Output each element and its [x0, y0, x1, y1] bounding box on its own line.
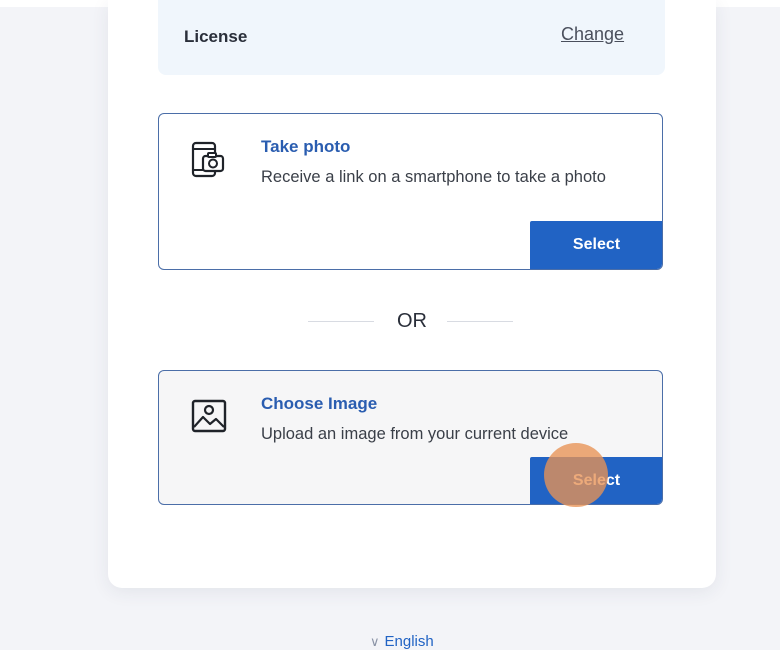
- take-photo-description: Receive a link on a smartphone to take a…: [261, 168, 606, 186]
- take-photo-select-button[interactable]: Select: [530, 221, 662, 269]
- or-divider: OR: [308, 309, 513, 335]
- choose-image-description: Upload an image from your current device: [261, 425, 569, 443]
- divider-line-left: [308, 321, 374, 322]
- choose-image-select-button[interactable]: Select: [530, 457, 662, 504]
- or-label: OR: [397, 310, 427, 332]
- change-link[interactable]: Change: [561, 24, 624, 45]
- take-photo-title: Take photo: [261, 137, 351, 156]
- language-label: English: [384, 633, 434, 650]
- language-selector[interactable]: ∨ English: [370, 633, 434, 650]
- chevron-down-icon: ∨: [370, 634, 380, 649]
- smartphone-camera-icon: [189, 140, 229, 180]
- choose-image-option[interactable]: Choose Image Upload an image from your c…: [158, 370, 663, 505]
- choose-image-title: Choose Image: [261, 394, 378, 413]
- license-label: License: [184, 27, 248, 46]
- take-photo-option[interactable]: Take photo Receive a link on a smartphon…: [158, 113, 663, 270]
- divider-line-right: [447, 321, 513, 322]
- image-icon: [189, 397, 229, 437]
